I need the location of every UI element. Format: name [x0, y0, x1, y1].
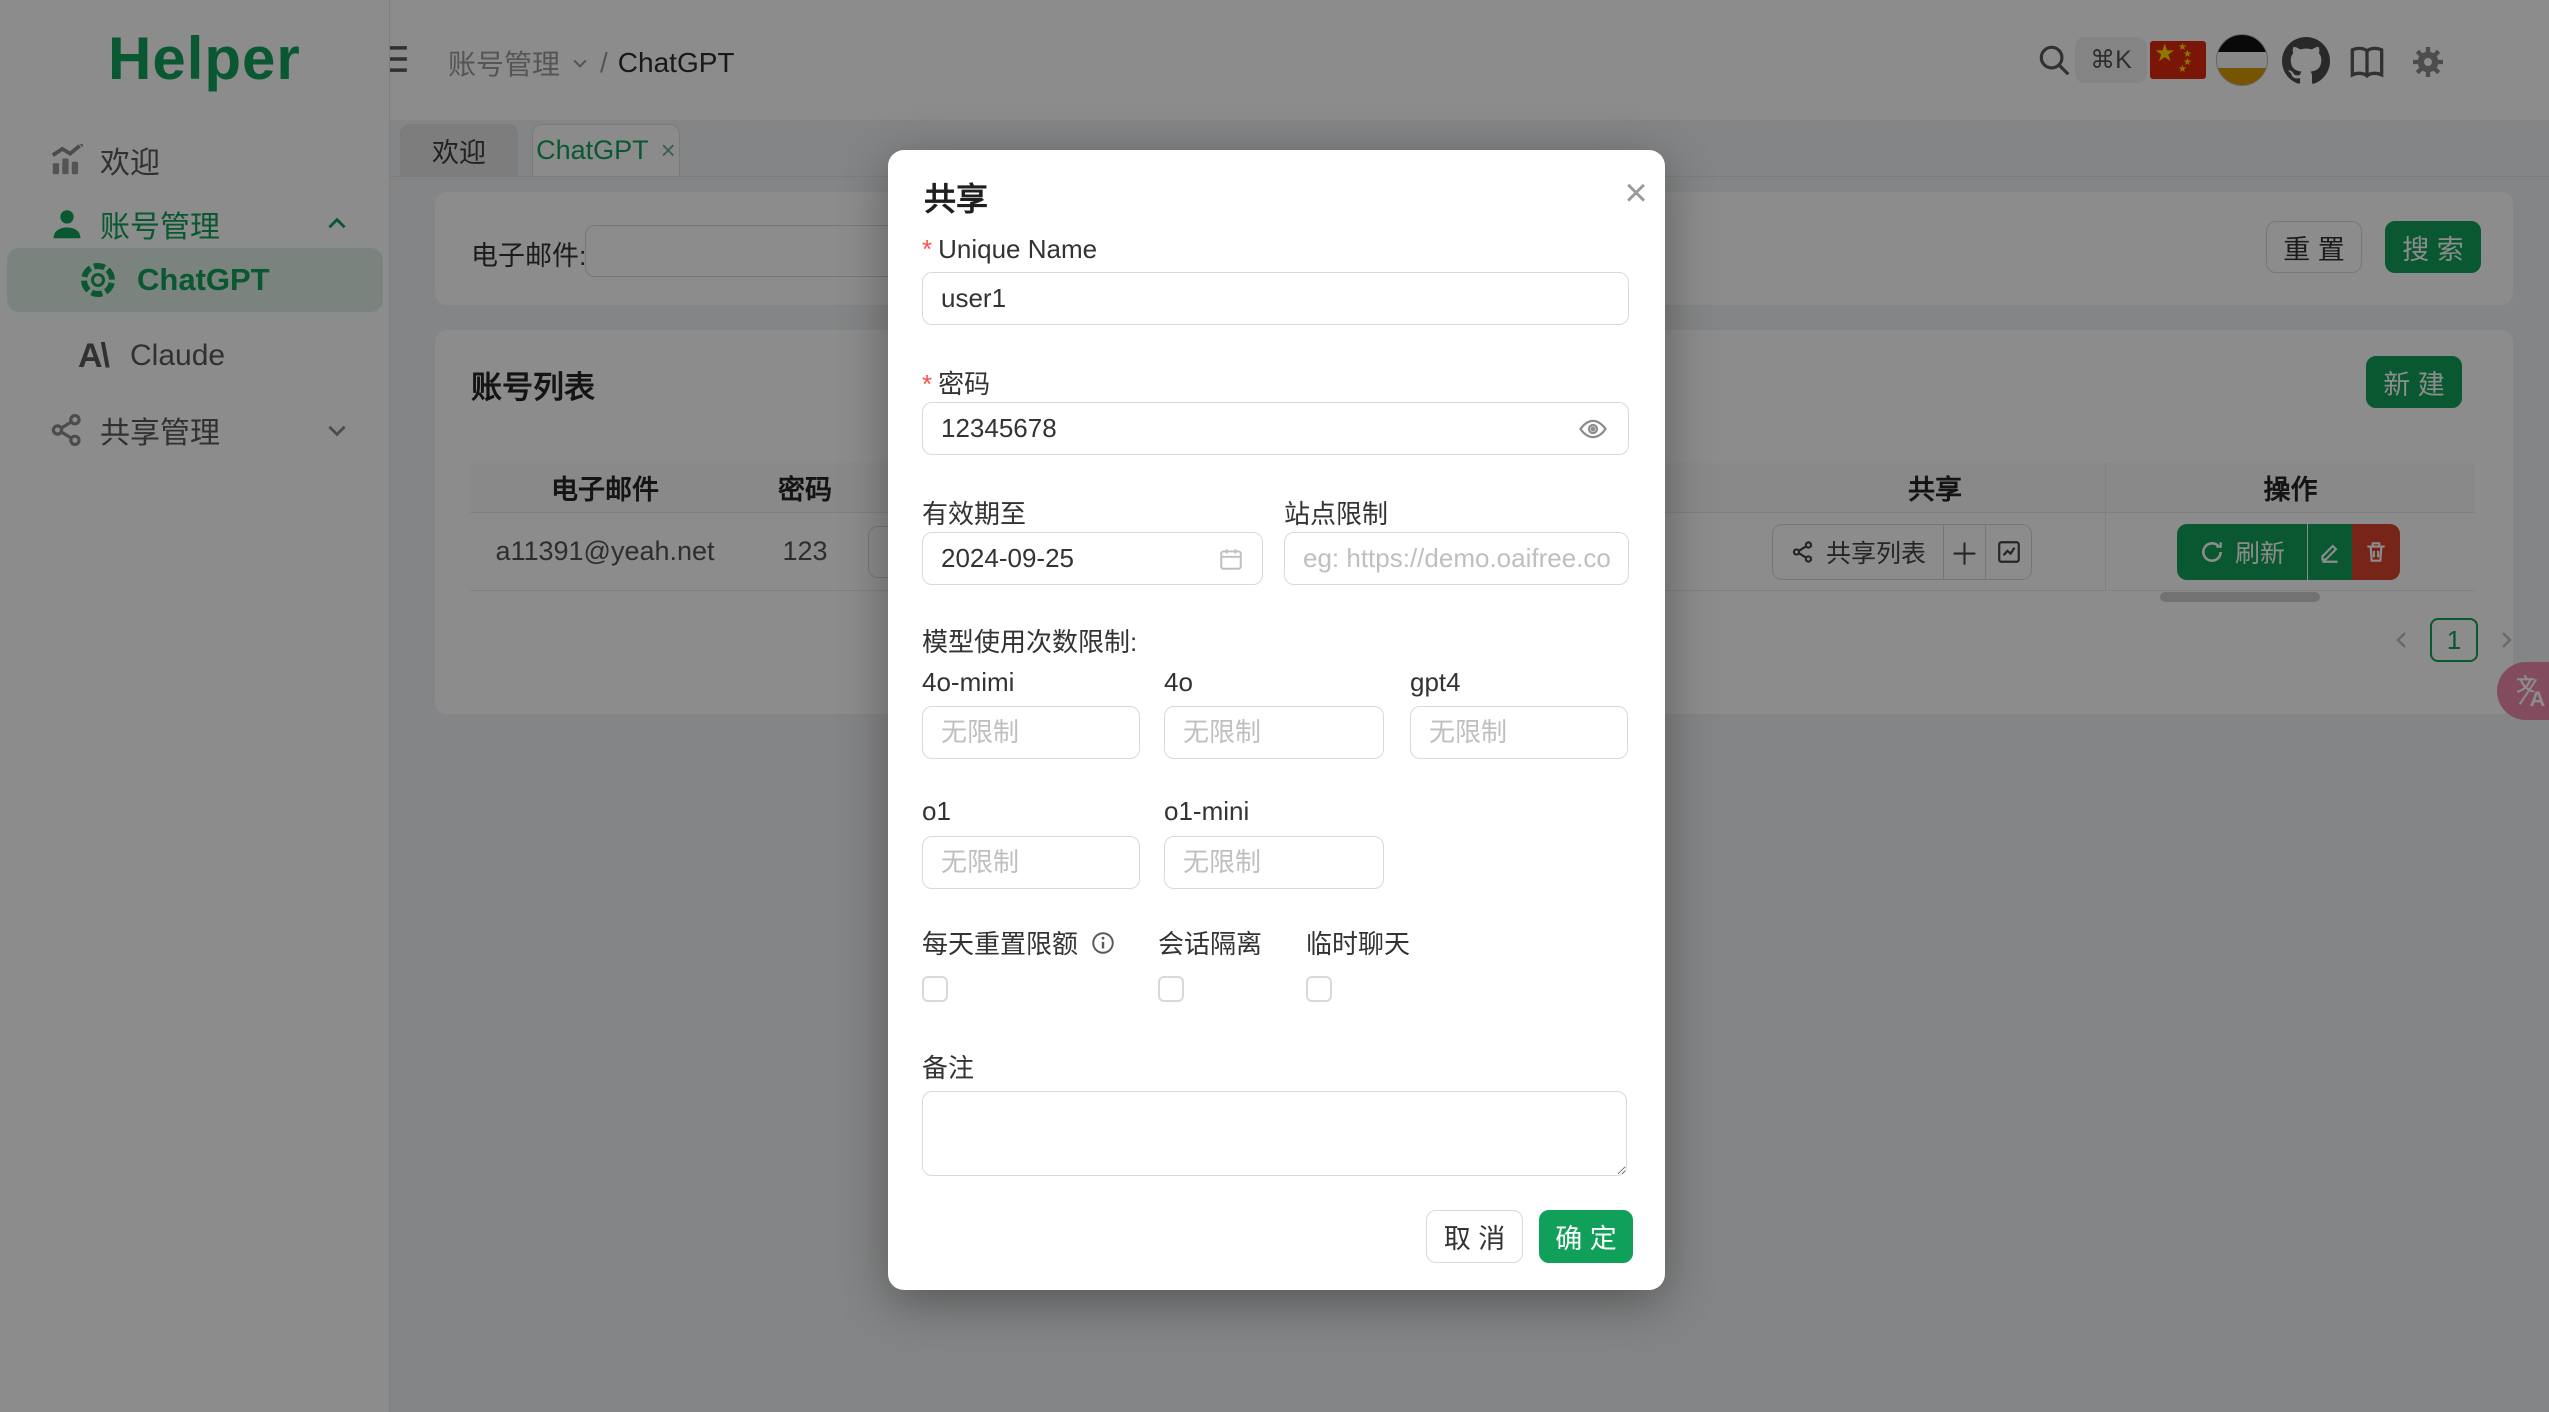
daily-reset-checkbox[interactable] — [922, 976, 948, 1002]
model-limit-input-gpt4[interactable] — [1410, 706, 1628, 759]
session-isolation-label: 会话隔离 — [1158, 929, 1263, 959]
note-label: 备注 — [922, 1053, 975, 1083]
model-label: gpt4 — [1410, 667, 1461, 697]
site-limit-label: 站点限制 — [1284, 499, 1389, 529]
confirm-button[interactable]: 确 定 — [1539, 1210, 1633, 1263]
valid-until-date-input[interactable] — [922, 532, 1263, 585]
valid-until-label: 有效期至 — [922, 499, 1027, 529]
cancel-button[interactable]: 取 消 — [1426, 1210, 1523, 1263]
share-modal: 共享 × *Unique Name *密码 有效期至 站点限制 模型使用次数限制… — [888, 150, 1665, 1290]
eye-icon[interactable] — [1578, 416, 1608, 442]
info-icon[interactable] — [1090, 930, 1116, 956]
calendar-icon[interactable] — [1218, 546, 1244, 572]
session-isolation-checkbox[interactable] — [1158, 976, 1184, 1002]
model-label: 4o — [1164, 667, 1193, 697]
unique-name-label: * Unique Name — [922, 234, 1098, 264]
model-limit-input-4o[interactable] — [1164, 706, 1384, 759]
model-label: 4o-mimi — [922, 667, 1015, 697]
password-label: * 密码 — [922, 369, 991, 399]
model-limit-input-4o-mimi[interactable] — [922, 706, 1140, 759]
temporary-chat-label: 临时聊天 — [1306, 929, 1411, 959]
unique-name-input[interactable] — [922, 272, 1629, 325]
model-limits-label: 模型使用次数限制: — [922, 627, 1138, 657]
model-limit-input-o1-mini[interactable] — [1164, 836, 1384, 889]
required-mark: * — [922, 234, 933, 264]
daily-reset-label: 每天重置限额 — [922, 924, 1116, 961]
password-input[interactable] — [922, 402, 1629, 455]
site-limit-input[interactable] — [1284, 532, 1629, 585]
model-label: o1-mini — [1164, 796, 1250, 826]
temporary-chat-checkbox[interactable] — [1306, 976, 1332, 1002]
modal-title: 共享 — [924, 181, 989, 217]
model-label: o1 — [922, 796, 951, 826]
close-icon[interactable]: × — [1613, 170, 1659, 216]
required-mark: * — [922, 369, 933, 399]
note-textarea[interactable] — [922, 1091, 1627, 1176]
model-limit-input-o1[interactable] — [922, 836, 1140, 889]
